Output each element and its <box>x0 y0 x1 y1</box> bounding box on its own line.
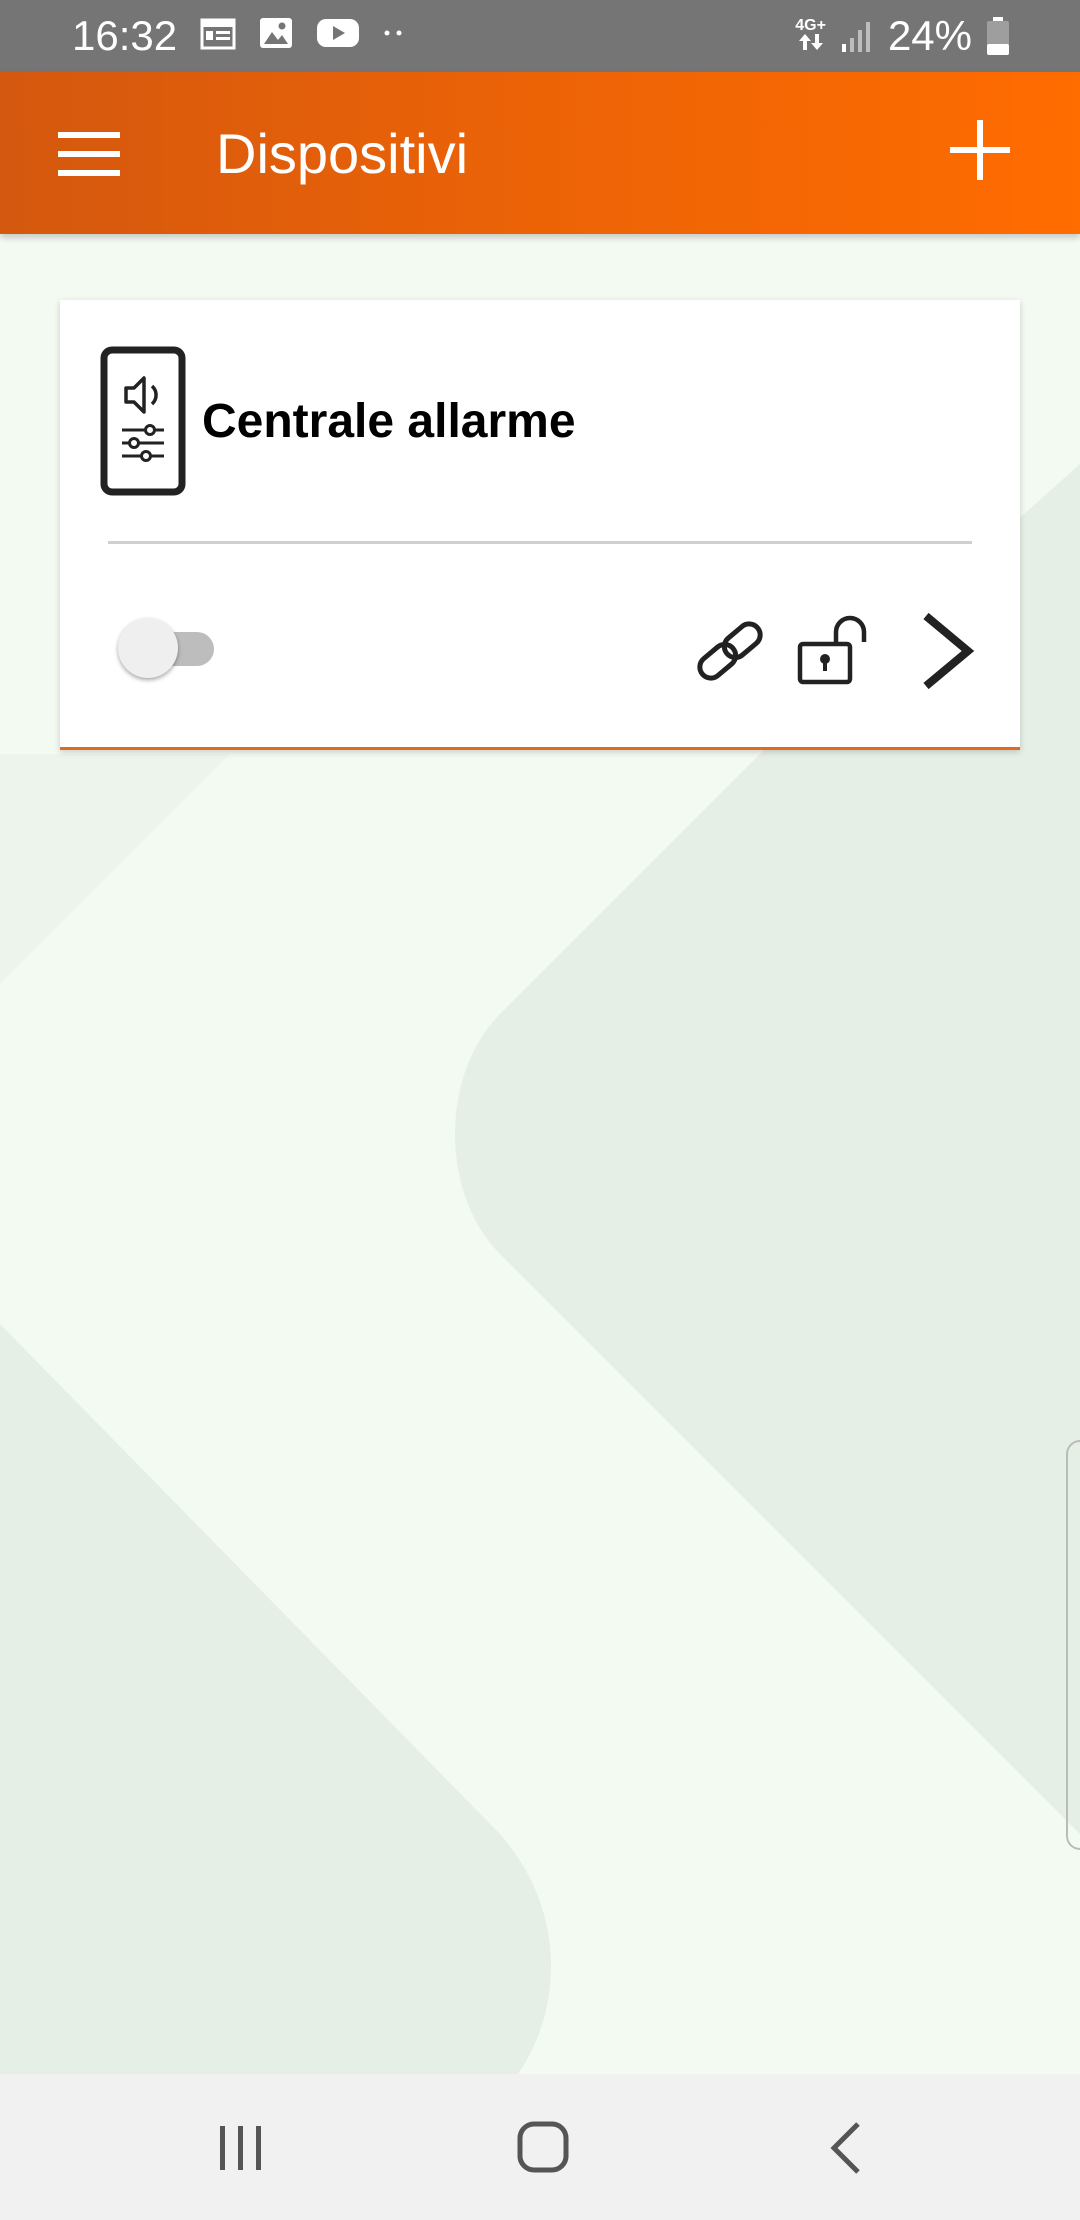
notification-icons <box>200 16 406 50</box>
network-label: 4G+ <box>795 17 826 34</box>
menu-button[interactable] <box>58 130 122 178</box>
device-name: Centrale allarme <box>202 395 576 448</box>
data-arrows-icon <box>798 34 823 50</box>
device-card[interactable]: Centrale allarme <box>60 300 1020 750</box>
status-bar: 16:32 4G+ 24% <box>0 0 1080 72</box>
add-device-button[interactable] <box>948 118 1012 182</box>
plus-icon <box>950 120 1010 180</box>
recents-button[interactable] <box>216 2124 266 2172</box>
back-icon <box>830 2122 860 2174</box>
more-dots-icon <box>384 30 402 36</box>
open-device-button[interactable] <box>916 612 978 690</box>
app-bar: Dispositivi <box>0 72 1080 234</box>
hamburger-menu-icon <box>58 132 120 176</box>
card-divider <box>108 541 972 544</box>
battery-icon <box>987 17 1009 55</box>
toggle-thumb <box>118 618 178 678</box>
calendar-icon <box>200 18 236 50</box>
status-time: 16:32 <box>72 12 178 59</box>
lock-button[interactable] <box>796 614 872 686</box>
signal-icon <box>841 22 870 52</box>
youtube-icon <box>317 19 359 47</box>
chevron-right-icon <box>923 612 975 690</box>
recents-icon <box>220 2126 261 2170</box>
image-icon <box>260 18 292 48</box>
edge-panel-handle[interactable] <box>1066 1440 1080 1850</box>
alarm-panel-icon <box>100 346 186 496</box>
link-icon <box>697 621 763 681</box>
home-button[interactable] <box>516 2120 570 2174</box>
link-button[interactable] <box>692 618 768 684</box>
status-right: 4G+ 24% <box>795 12 1010 60</box>
device-toggle[interactable] <box>118 618 214 678</box>
back-button[interactable] <box>826 2118 866 2178</box>
home-icon <box>517 2121 569 2173</box>
unlocked-lock-icon <box>797 615 867 685</box>
navigation-bar <box>0 2074 1080 2220</box>
network-type: 4G+ <box>795 18 826 54</box>
battery-percent: 24% <box>887 12 972 59</box>
page-title: Dispositivi <box>216 122 469 185</box>
